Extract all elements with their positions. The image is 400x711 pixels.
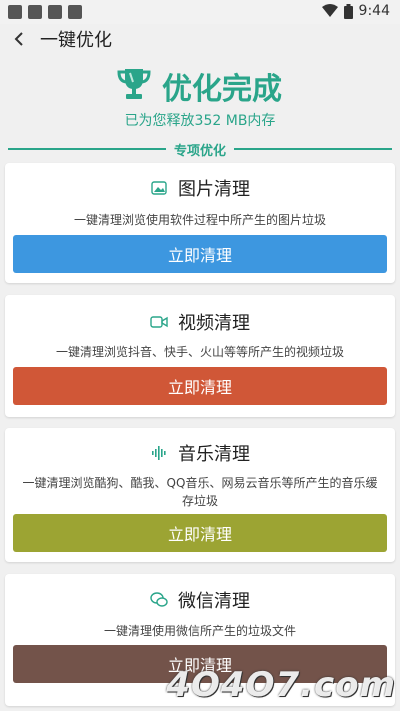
video-clean-card: 视频清理 一键清理浏览抖音、快手、火山等等所产生的视频垃圾 立即清理 bbox=[5, 295, 395, 417]
clean-images-button[interactable]: 立即清理 bbox=[13, 235, 387, 273]
wifi-icon bbox=[321, 4, 338, 17]
battery-icon bbox=[343, 3, 353, 19]
notification-icon bbox=[28, 5, 42, 19]
card-description: 一键清理使用微信所产生的垃圾文件 bbox=[103, 624, 296, 638]
chevron-left-icon bbox=[14, 32, 23, 46]
video-icon bbox=[150, 316, 168, 328]
card-description: 一键清理浏览抖音、快手、火山等等所产生的视频垃圾 bbox=[55, 345, 344, 359]
back-button[interactable] bbox=[14, 31, 30, 47]
notification-icon bbox=[8, 5, 22, 19]
status-bar: 9:44 bbox=[0, 0, 400, 24]
page-title: 一键优化 bbox=[40, 30, 112, 51]
optimize-complete-title: 优化完成 bbox=[162, 72, 282, 107]
watermark-logo: 4O4O7.com bbox=[166, 665, 396, 705]
audio-wave-icon bbox=[152, 446, 166, 460]
music-clean-card: 音乐清理 一键清理浏览酷狗、酷我、QQ音乐、网易云音乐等所产生的音乐缓存垃圾 立… bbox=[5, 428, 395, 562]
notification-icon bbox=[48, 5, 62, 19]
clean-music-button[interactable]: 立即清理 bbox=[13, 514, 387, 552]
app-header: 一键优化 bbox=[0, 24, 400, 54]
card-title: 音乐清理 bbox=[178, 444, 250, 465]
divider-right bbox=[234, 148, 392, 150]
image-clean-card: 图片清理 一键清理浏览使用软件过程中所产生的图片垃圾 立即清理 bbox=[5, 163, 395, 283]
card-title: 图片清理 bbox=[178, 179, 250, 200]
image-icon bbox=[151, 181, 167, 195]
notification-icons bbox=[8, 5, 82, 19]
status-time: 9:44 bbox=[358, 3, 390, 19]
card-description: 一键清理浏览使用软件过程中所产生的图片垃圾 bbox=[73, 213, 326, 227]
wechat-icon bbox=[150, 592, 168, 607]
trophy-icon bbox=[117, 69, 151, 99]
clean-videos-button[interactable]: 立即清理 bbox=[13, 367, 387, 405]
freed-memory-text: 已为您释放352 MB内存 bbox=[124, 113, 276, 129]
notification-icon bbox=[68, 5, 82, 19]
card-description: 一键清理浏览酷狗、酷我、QQ音乐、网易云音乐等所产生的音乐缓存垃圾 bbox=[22, 476, 378, 508]
card-title: 视频清理 bbox=[178, 313, 250, 334]
card-title: 微信清理 bbox=[178, 591, 250, 612]
